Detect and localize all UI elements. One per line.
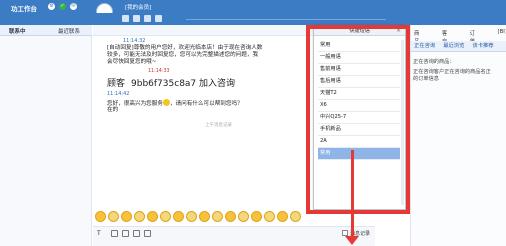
customer-join-notice: 顾客 9bb6f735c8a7 加入咨询	[107, 76, 235, 89]
online-status-icon[interactable]: ✓	[59, 3, 66, 10]
contact-list	[0, 36, 92, 246]
emoji-icon[interactable]	[147, 211, 158, 222]
tab-products[interactable]: 商品	[414, 29, 424, 45]
subtab-consulting[interactable]: 正在咨询	[414, 41, 435, 51]
quick-phrases-title: 快捷短语	[314, 26, 405, 36]
quick-phrase-list: 常用 一般用语 售前用语 售后用语 天猫T2 X6 中兴Q25-7 手机新品 2…	[318, 40, 400, 208]
quick-phrase-item[interactable]: 售前用语	[318, 64, 400, 76]
tab-orders[interactable]: 订单	[470, 29, 480, 45]
quick-phrase-item[interactable]: 中兴Q25-7	[318, 112, 400, 124]
emoji-icon[interactable]	[238, 211, 249, 222]
transfer-icon[interactable]	[133, 15, 140, 22]
emoji-bar	[93, 209, 311, 224]
message-timestamp: 11:14:32	[123, 38, 146, 44]
tab-bi[interactable]: [BI]	[497, 29, 506, 39]
tab-customers[interactable]: 客户	[442, 29, 452, 45]
scrollbar[interactable]	[401, 40, 404, 205]
emoji-icon[interactable]	[225, 211, 236, 222]
message-line: 在的	[107, 107, 119, 113]
emoji-icon[interactable]	[186, 211, 197, 222]
message-line: 会尽快回复您的哦~	[107, 59, 157, 65]
info-line: 的订单信息	[413, 76, 439, 82]
quick-phrase-item[interactable]: X6	[318, 100, 400, 112]
quick-phrase-item[interactable]: 手机新品	[318, 124, 400, 136]
toolbar	[0, 13, 506, 25]
input-tools	[111, 230, 151, 237]
history-hint[interactable]: 上午消息记录	[205, 122, 232, 128]
emoji-icon[interactable]	[160, 211, 171, 222]
subtab-recommend[interactable]: 该卡推荐	[472, 41, 493, 51]
list-icon[interactable]	[155, 15, 162, 22]
quick-phrase-item-selected[interactable]: 常用	[318, 148, 400, 160]
contact-tabs: 联系中 最近联系	[0, 25, 92, 36]
input-toolbar: T 消息记录	[93, 226, 375, 246]
arrow-annotation	[351, 150, 354, 238]
emoji-icon[interactable]	[264, 211, 275, 222]
message-line: 较多，可能无法及时回复您，您可以先完整描述您的问题，我	[107, 52, 259, 58]
image-icon[interactable]	[111, 230, 118, 237]
message-icon[interactable]: ✉	[70, 3, 77, 10]
app-title: 功工作台	[11, 5, 37, 13]
close-icon[interactable]: ×	[396, 27, 401, 34]
emoji-icon[interactable]	[95, 211, 106, 222]
emoji-icon[interactable]	[277, 211, 288, 222]
message-line: [自动回复]尊敬的用户您好，欢迎光临本店！由于现在咨询人数	[107, 45, 263, 51]
emoji-icon[interactable]	[134, 211, 145, 222]
quick-phrase-item[interactable]: 售后用语	[318, 76, 400, 88]
tab-contacts[interactable]: 联系中	[9, 27, 26, 35]
emoji-icon[interactable]	[199, 211, 210, 222]
chat-icon[interactable]	[122, 15, 129, 22]
quick-phrase-item[interactable]: 一般用语	[318, 52, 400, 64]
smile-emoji-icon	[162, 99, 170, 106]
arrow-head	[345, 236, 359, 245]
greeting-text-end: ，请问有什么可以帮到您吗？	[169, 101, 243, 107]
emoji-icon[interactable]	[290, 211, 301, 222]
status-icons: ⚙ ✓ ✉	[48, 3, 77, 10]
join-timestamp: 11:14:33	[148, 69, 170, 74]
quick-phrases-panel: 快捷短语 × 常用 一般用语 售前用语 售后用语 天猫T2 X6 中兴Q25-7…	[313, 25, 406, 210]
right-panel: 商品 客户 订单 [BI] 正在咨询 最近浏览 该卡推荐 正在咨询的商品： 正在…	[410, 25, 506, 246]
star-icon[interactable]	[144, 15, 151, 22]
emoji-icon[interactable]	[251, 211, 262, 222]
join-text: 加入咨询	[199, 79, 236, 89]
file-icon[interactable]	[133, 230, 140, 237]
user-name: [我的会员]	[125, 5, 152, 11]
toolbar-divider	[186, 19, 386, 20]
message-timestamp: 11:14:42	[107, 91, 130, 97]
font-button[interactable]: T	[97, 230, 101, 237]
greeting-message: 您好，很高兴为您服务 ，请问有什么可以帮到您吗？	[107, 99, 243, 108]
quick-phrase-item[interactable]: 天猫T2	[318, 88, 400, 100]
emoji-icon[interactable]	[173, 211, 184, 222]
customer-label: 顾客	[107, 79, 126, 89]
info-line: 正在咨询客户正在咨询的商品名正	[413, 69, 491, 75]
emoji-icon[interactable]	[212, 211, 223, 222]
quick-phrase-item[interactable]: 2A	[318, 136, 400, 148]
toolbar-icons	[122, 15, 162, 22]
quick-phrase-item[interactable]: 常用	[318, 40, 400, 52]
subtab-recent-browse[interactable]: 最近浏览	[443, 41, 464, 51]
right-tabs: 商品 客户 订单 [BI]	[411, 29, 506, 45]
right-subtabs: 正在咨询 最近浏览 该卡推荐	[411, 41, 506, 52]
emoji-icon[interactable]	[121, 211, 132, 222]
screenshot-icon[interactable]	[122, 230, 129, 237]
emoji-picker-icon[interactable]	[144, 230, 151, 237]
emoji-icon[interactable]	[108, 211, 119, 222]
title-bar: 功工作台 ⚙ ✓ ✉ [我的会员]	[0, 0, 506, 13]
info-line: 正在咨询的商品：	[413, 59, 455, 65]
customer-id[interactable]: 9bb6f735c8a7	[131, 79, 196, 89]
gear-icon[interactable]: ⚙	[48, 3, 55, 10]
tab-recent[interactable]: 最近联系	[58, 27, 80, 35]
